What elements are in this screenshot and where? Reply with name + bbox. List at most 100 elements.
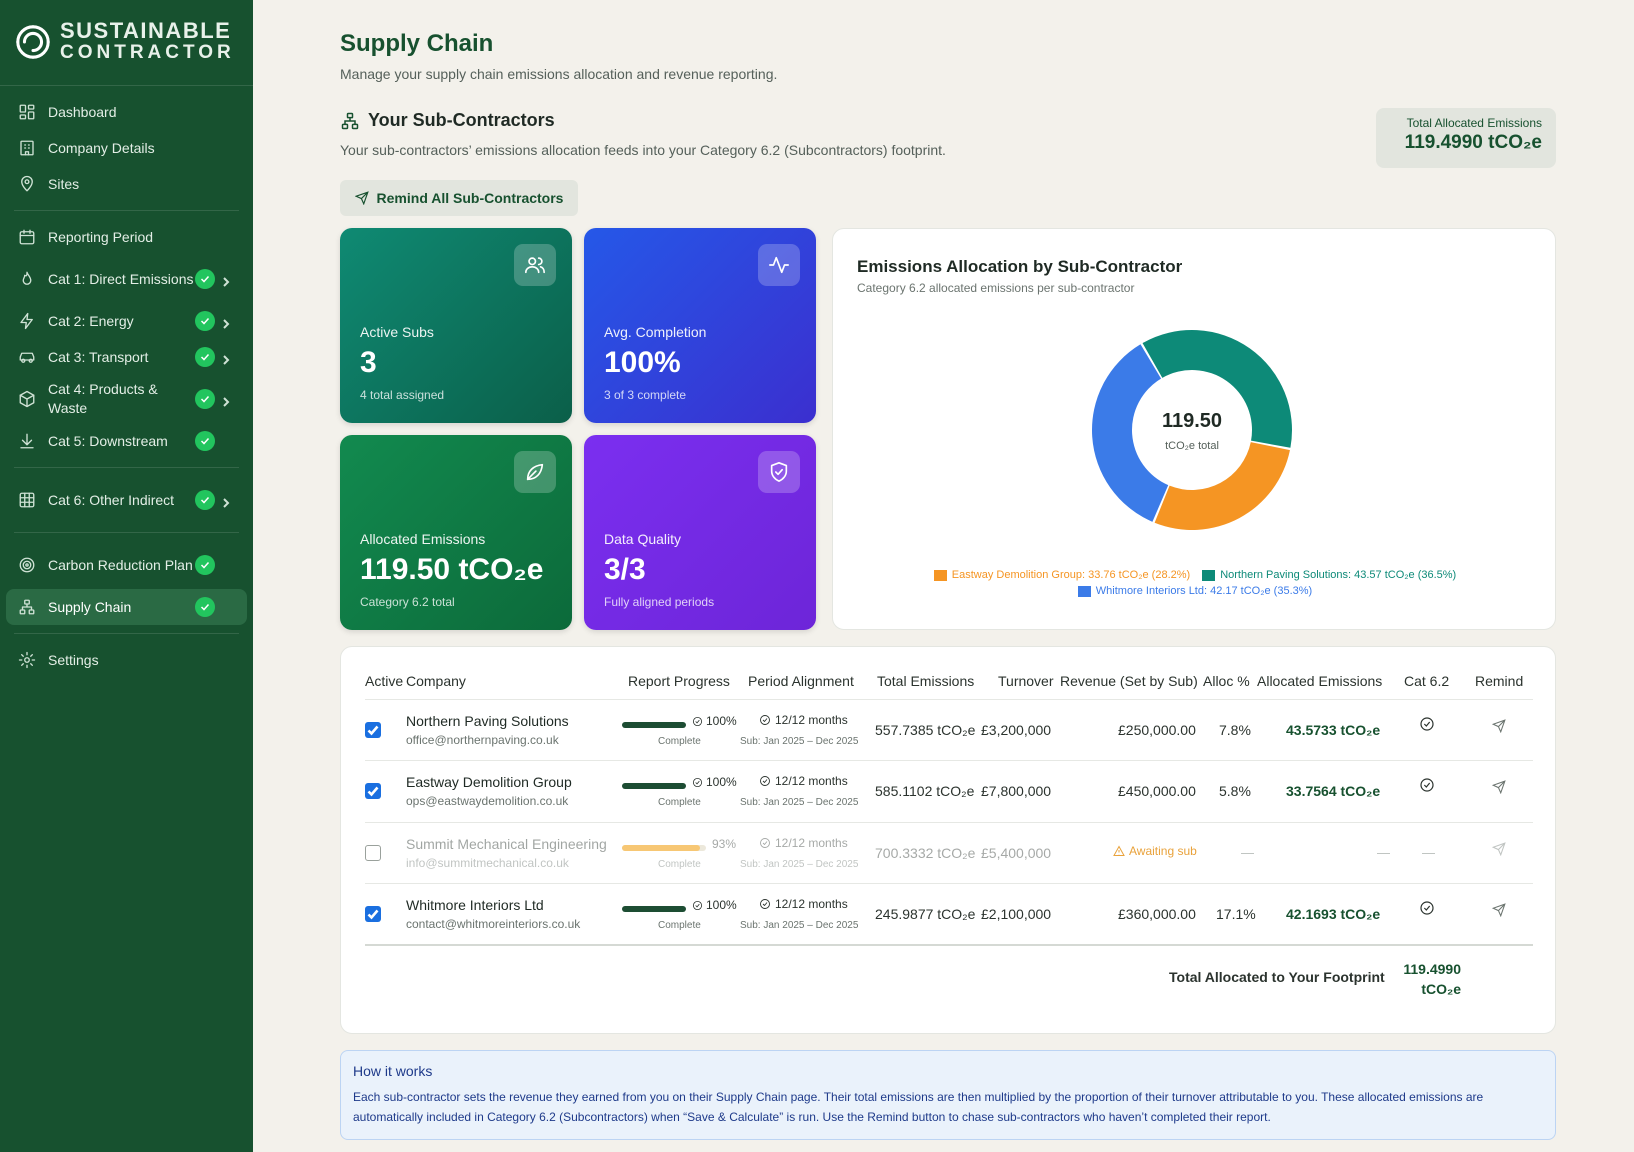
sidebar-item-cat3[interactable]: Cat 3: Transport: [6, 339, 247, 375]
turnover: £3,200,000: [981, 722, 1052, 738]
donut-slice-whitmore-interiors-ltd[interactable]: [1092, 344, 1169, 522]
send-icon[interactable]: [1491, 903, 1506, 922]
sidebar-item-supply-chain[interactable]: Supply Chain: [6, 589, 247, 625]
progress-percent: 100%: [692, 714, 737, 728]
sidebar-item-dashboard[interactable]: Dashboard: [6, 94, 247, 130]
sidebar-item-cat5[interactable]: Cat 5: Downstream: [6, 423, 247, 459]
active-checkbox[interactable]: [365, 783, 381, 799]
chevron-right-icon[interactable]: [221, 495, 231, 508]
legend-item[interactable]: Northern Paving Solutions: 43.57 tCO₂e (…: [1202, 569, 1456, 581]
stat-value: 100%: [604, 346, 681, 379]
progress-bar: [622, 845, 706, 851]
chevron-right-icon[interactable]: [221, 394, 231, 407]
sidebar-item-company-details[interactable]: Company Details: [6, 130, 247, 166]
check-circle-icon: [692, 777, 703, 787]
total-allocated-badge: Total Allocated Emissions 119.4990 tCO₂e: [1376, 108, 1556, 168]
total-emissions: 245.9877 tCO₂e: [875, 906, 976, 922]
sidebar-item-cat2[interactable]: Cat 2: Energy: [6, 303, 247, 339]
chevron-right-icon[interactable]: [221, 316, 231, 329]
users-icon: [514, 244, 556, 286]
table-row: Eastway Demolition Group ops@eastwaydemo…: [341, 761, 1557, 821]
active-checkbox[interactable]: [365, 722, 381, 738]
section-title-text: Your Sub-Contractors: [368, 110, 555, 130]
col-header-remind: Remind: [1475, 673, 1524, 689]
send-icon: [354, 191, 369, 205]
activity-icon: [758, 244, 800, 286]
sidebar-item-cat4[interactable]: Cat 4: Products & Waste: [6, 375, 247, 423]
stat-sub: Fully aligned periods: [604, 595, 715, 609]
sidebar-item-label: Company Details: [48, 139, 155, 156]
alloc-pct: 5.8%: [1219, 783, 1251, 799]
col-header-period-alignment: Period Alignment: [748, 673, 854, 689]
remind-all-button[interactable]: Remind All Sub-Contractors: [340, 180, 578, 216]
table-footer-divider: [365, 944, 1533, 946]
alignment-value: 12/12 months: [775, 774, 848, 788]
section-subtitle: Your sub-contractors’ emissions allocati…: [340, 142, 946, 158]
nav-divider: [14, 633, 239, 634]
sidebar-item-carbon-reduction-plan[interactable]: Carbon Reduction Plan: [6, 541, 247, 589]
alignment: 12/12 months: [759, 836, 848, 850]
stat-label: Active Subs: [360, 324, 434, 340]
legend-label: Northern Paving Solutions: 43.57 tCO₂e (…: [1220, 569, 1457, 581]
company-email: contact@whitmoreinteriors.co.uk: [406, 917, 581, 931]
table-row: Northern Paving Solutions office@norther…: [341, 700, 1557, 760]
cat62-status: —: [1422, 845, 1435, 860]
stat-label: Avg. Completion: [604, 324, 707, 340]
check-circle-icon: [195, 389, 215, 409]
progress-percent: 93%: [712, 837, 737, 851]
sidebar-item-label: Reporting Period: [48, 228, 154, 245]
send-icon[interactable]: [1491, 842, 1506, 861]
progress-percent-value: 100%: [706, 714, 737, 728]
page-subtitle: Manage your supply chain emissions alloc…: [340, 66, 778, 82]
send-icon[interactable]: [1491, 780, 1506, 799]
sidebar-item-settings[interactable]: Settings: [6, 642, 247, 678]
sidebar-item-reporting-period[interactable]: Reporting Period: [6, 219, 247, 255]
col-header-company: Company: [406, 673, 466, 689]
col-header-alloc-pct: Alloc %: [1203, 673, 1250, 689]
brand[interactable]: SUSTAINABLE CONTRACTOR: [0, 0, 253, 86]
check-circle-icon: [692, 900, 703, 910]
stat-value: 119.50 tCO₂e: [360, 553, 544, 586]
stat-value: 3/3: [604, 553, 646, 586]
active-checkbox[interactable]: [365, 845, 381, 861]
legend-item[interactable]: Eastway Demolition Group: 33.76 tCO₂e (2…: [933, 569, 1190, 581]
legend-swatch: [933, 569, 947, 581]
awaiting-sub-text: Awaiting sub: [1129, 844, 1197, 858]
alloc-pct: 7.8%: [1219, 722, 1251, 738]
active-checkbox[interactable]: [365, 906, 381, 922]
progress-status: Complete: [658, 736, 701, 747]
section-title: Your Sub-Contractors: [340, 110, 555, 131]
allocated-emissions: —: [1377, 845, 1390, 860]
progress-fill: [622, 845, 701, 851]
brand-line2: CONTRACTOR: [60, 41, 235, 63]
sidebar-item-label: Carbon Reduction Plan: [48, 556, 193, 573]
progress-bar: [622, 722, 686, 728]
company-name: Whitmore Interiors Ltd: [406, 897, 544, 913]
warning-icon: [1113, 845, 1125, 856]
company-email: info@summitmechanical.co.uk: [406, 856, 569, 870]
chevron-right-icon[interactable]: [221, 274, 231, 287]
calendar-icon: [18, 228, 36, 246]
logo-icon: [16, 24, 50, 59]
check-circle-icon: [195, 269, 215, 289]
download-icon: [18, 432, 36, 450]
nav-divider: [14, 210, 239, 211]
send-icon[interactable]: [1491, 719, 1506, 738]
donut-slice-eastway-demolition-group[interactable]: [1154, 442, 1290, 530]
cat62-check-icon: [1419, 716, 1435, 737]
allocated-emissions: 43.5733 tCO₂e: [1286, 722, 1381, 738]
sidebar-item-cat6[interactable]: Cat 6: Other Indirect: [6, 476, 247, 524]
progress-percent: 100%: [692, 775, 737, 789]
alloc-pct: 17.1%: [1216, 906, 1256, 922]
donut-center-label: tCO₂e total: [1165, 440, 1219, 452]
col-header-turnover: Turnover: [998, 673, 1054, 689]
chevron-right-icon[interactable]: [221, 352, 231, 365]
grid-icon: [18, 103, 36, 121]
stat-card-avg-completion: Avg. Completion 100% 3 of 3 complete: [584, 228, 816, 423]
progress-bar: [622, 906, 686, 912]
stat-card-active-subs: Active Subs 3 4 total assigned: [340, 228, 572, 423]
legend-item[interactable]: Whitmore Interiors Ltd: 42.17 tCO₂e (35.…: [1077, 585, 1312, 597]
company-email: office@northernpaving.co.uk: [406, 733, 559, 747]
sidebar-item-sites[interactable]: Sites: [6, 166, 247, 202]
sidebar-item-cat1[interactable]: Cat 1: Direct Emissions: [6, 255, 247, 303]
